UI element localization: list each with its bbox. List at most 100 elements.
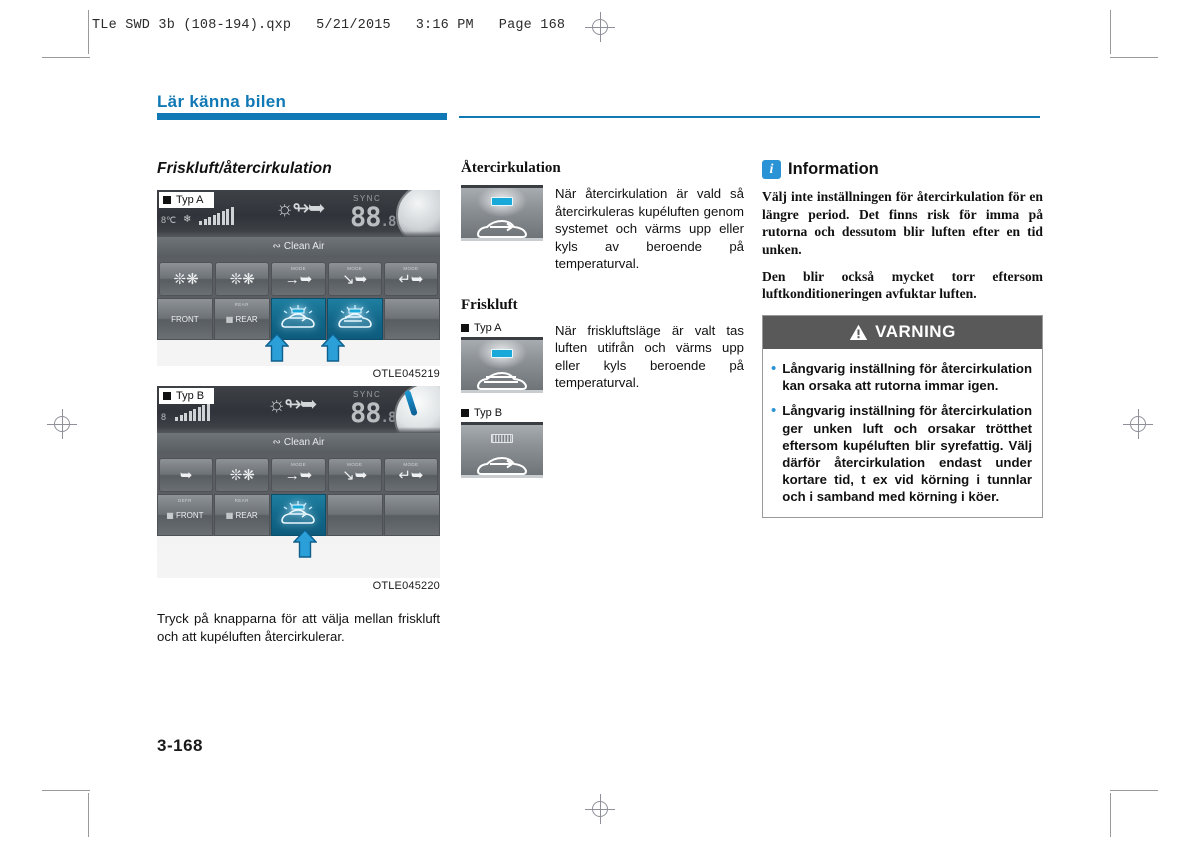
clean-air-wave-icon: ∾ bbox=[272, 241, 281, 252]
crop-mark-bottom-right-horizontal bbox=[1110, 790, 1158, 791]
recirculation-car-icon bbox=[281, 305, 316, 328]
heading-friskluft: Friskluft bbox=[461, 296, 518, 313]
panel-body-b: 8 ☼↬➥ SYNC 88.8℃ ∾Clean Air ➥ ❊❋ bbox=[157, 386, 440, 536]
indicator-bar-lit bbox=[491, 197, 513, 206]
warning-box: VARNING • Långvarig inställning för åter… bbox=[762, 315, 1043, 519]
defrost-front-button-a[interactable]: FRONT bbox=[157, 298, 213, 340]
information-title: Information bbox=[788, 160, 879, 178]
warning-triangle-icon bbox=[849, 324, 868, 340]
defrost-front-button-b[interactable]: DEFR ▦ FRONT bbox=[157, 494, 213, 536]
crop-mark-top-right-horizontal bbox=[1110, 57, 1158, 58]
vent-floor-button-b[interactable]: MODE ↵➥ bbox=[383, 458, 439, 492]
fresh-air-indicator-icon bbox=[461, 336, 543, 393]
callout-arrow-recirculation-b bbox=[293, 529, 317, 559]
fresh-air-icon-row: Typ A När friskluftsläge är valt tas luf… bbox=[461, 322, 744, 393]
warning-title: VARNING bbox=[875, 322, 956, 342]
climate-panel-typ-b: Typ B 8 ☼↬➥ SYNC 88.8℃ ∾Clean Air bbox=[157, 386, 440, 578]
lcd-seat-airflow-icons-b: ☼↬➥ bbox=[267, 393, 317, 416]
car-fresh-air-icon bbox=[477, 371, 527, 390]
vent-bilevel-button-b[interactable]: MODE ↘➥ bbox=[327, 458, 382, 492]
lcd-fan-bars-icon-b bbox=[175, 403, 210, 421]
mini-typ-a-label: Typ A bbox=[474, 321, 502, 334]
climate-panel-typ-a: Typ A 8℃ ❄ ☼↬➥ SYNC 88.8℃ ∾Cl bbox=[157, 190, 440, 366]
fresh-air-car-icon bbox=[338, 305, 373, 328]
typ-badge-square-icon bbox=[461, 408, 469, 417]
button-row-1-a: ❊❋ ❊❋ MODE →➥ MODE ↘➥ MODE ↵➥ bbox=[157, 262, 440, 296]
fan-button-b[interactable]: ❊❋ bbox=[215, 458, 270, 492]
button-row-1-b: ➥ ❊❋ MODE →➥ MODE ↘➥ MODE ↵➥ bbox=[157, 458, 440, 492]
lcd-seat-airflow-icons: ☼↬➥ bbox=[275, 197, 325, 220]
mini-typ-b-badge: Typ B bbox=[461, 407, 543, 419]
mini-typ-b-label: Typ B bbox=[474, 406, 503, 419]
mini-typ-a-badge: Typ A bbox=[461, 322, 543, 334]
crop-mark-top-left-horizontal bbox=[42, 57, 90, 58]
registration-mark-top bbox=[585, 12, 615, 42]
registration-mark-left bbox=[47, 409, 77, 439]
car-fresh-air-typb-icon bbox=[477, 456, 527, 475]
button-row-2-a: FRONT REAR ▦ REAR bbox=[157, 298, 440, 340]
typ-badge-square-icon bbox=[163, 392, 171, 400]
figure-typ-a: Typ A 8℃ ❄ ☼↬➥ SYNC 88.8℃ ∾Cl bbox=[157, 190, 440, 380]
heading-atercirkulation: Återcirkulation bbox=[461, 160, 561, 176]
vent-floor-button-a[interactable]: MODE ↵➥ bbox=[383, 262, 439, 296]
typ-badge-square-icon bbox=[461, 323, 469, 332]
typ-b-badge-label: Typ B bbox=[176, 390, 205, 402]
lcd-left-temp: 8℃ bbox=[161, 215, 177, 225]
left-column: Friskluft/återcirkulation Typ A 8℃ ❄ ☼↬➥… bbox=[157, 160, 440, 645]
page-number: 3-168 bbox=[157, 736, 203, 755]
mode-button-partial-b[interactable]: ➥ bbox=[159, 458, 214, 492]
lcd-left-temp-b: 8 bbox=[161, 412, 167, 422]
registration-mark-bottom bbox=[585, 794, 615, 824]
clean-air-strip-b: ∾ Clean Air bbox=[157, 433, 440, 453]
fresh-air-indicator-typb-icon bbox=[461, 421, 543, 478]
right-column: i Information Välj inte inställningen fö… bbox=[762, 160, 1043, 519]
information-header: i Information bbox=[762, 160, 1043, 179]
recirculation-block: Återcirkulation När återcirkulation är v… bbox=[461, 160, 744, 273]
clean-air-wave-icon: ∾ bbox=[272, 437, 281, 448]
information-paragraph-1: Välj inte inställningen för återcirkulat… bbox=[762, 189, 1043, 258]
defrost-rear-button-b[interactable]: REAR ▦ REAR bbox=[213, 494, 270, 536]
warning-item-text: Långvarig inställning för återcirkulatio… bbox=[782, 403, 1032, 505]
typ-b-badge: Typ B bbox=[159, 388, 215, 404]
clean-air-strip-a: ∾ Clean Air bbox=[157, 237, 440, 257]
warning-item: • Långvarig inställning för återcirkulat… bbox=[771, 360, 1032, 394]
recirculation-icon-row: När återcirkulation är vald så återcirku… bbox=[461, 185, 744, 273]
vent-face-button-b[interactable]: MODE →➥ bbox=[271, 458, 326, 492]
recirculation-indicator-icon bbox=[461, 185, 543, 241]
vent-bilevel-button-a[interactable]: MODE ↘➥ bbox=[327, 262, 382, 296]
fresh-air-typ-a-group: Typ A bbox=[461, 322, 543, 393]
indicator-bar-lit bbox=[491, 348, 513, 358]
typ-a-badge-label: Typ A bbox=[176, 194, 204, 206]
crop-mark-bottom-left-horizontal bbox=[42, 790, 90, 791]
chapter-title: Lär känna bilen bbox=[157, 92, 287, 111]
warning-bullet-icon: • bbox=[771, 360, 777, 378]
information-paragraph-2: Den blir också mycket torr eftersom luft… bbox=[762, 268, 1043, 302]
indicator-bar-unlit bbox=[491, 433, 513, 443]
callout-arrow-fresh-air-a bbox=[321, 333, 345, 363]
blank-button-b1[interactable] bbox=[327, 494, 384, 536]
callout-arrow-recirculation-a bbox=[265, 333, 289, 363]
recirculation-description: När återcirkulation är vald så återcirku… bbox=[555, 186, 744, 272]
fan-down-button-a[interactable]: ❊❋ bbox=[159, 262, 214, 296]
chapter-rule-thick bbox=[157, 113, 447, 120]
vent-face-button-a[interactable]: MODE →➥ bbox=[271, 262, 326, 296]
chapter-rule-thin bbox=[459, 116, 1040, 118]
crop-mark-top-left-vertical bbox=[88, 10, 89, 54]
warning-header: VARNING bbox=[763, 316, 1042, 350]
typ-a-badge: Typ A bbox=[159, 192, 214, 208]
warning-item-text: Långvarig inställning för återcirkulatio… bbox=[782, 361, 1032, 394]
fresh-air-typ-b-group: Typ B bbox=[461, 407, 543, 478]
crop-mark-top-right-vertical bbox=[1110, 10, 1111, 54]
print-header-text: TLe SWD 3b (108-194).qxp 5/21/2015 3:16 … bbox=[92, 18, 566, 33]
figure-code-a: OTLE045219 bbox=[372, 368, 440, 380]
blank-button-b2[interactable] bbox=[384, 494, 440, 536]
info-icon: i bbox=[762, 160, 781, 179]
blank-button-a[interactable] bbox=[384, 298, 440, 340]
registration-mark-right bbox=[1123, 409, 1153, 439]
defrost-rear-button-a[interactable]: REAR ▦ REAR bbox=[213, 298, 270, 340]
lcd-fan-bars-icon bbox=[199, 207, 234, 225]
crop-mark-bottom-right-vertical bbox=[1110, 793, 1111, 837]
recirculation-car-icon bbox=[281, 501, 316, 524]
car-recirc-arrow-icon bbox=[477, 220, 527, 238]
fan-up-button-a[interactable]: ❊❋ bbox=[215, 262, 270, 296]
